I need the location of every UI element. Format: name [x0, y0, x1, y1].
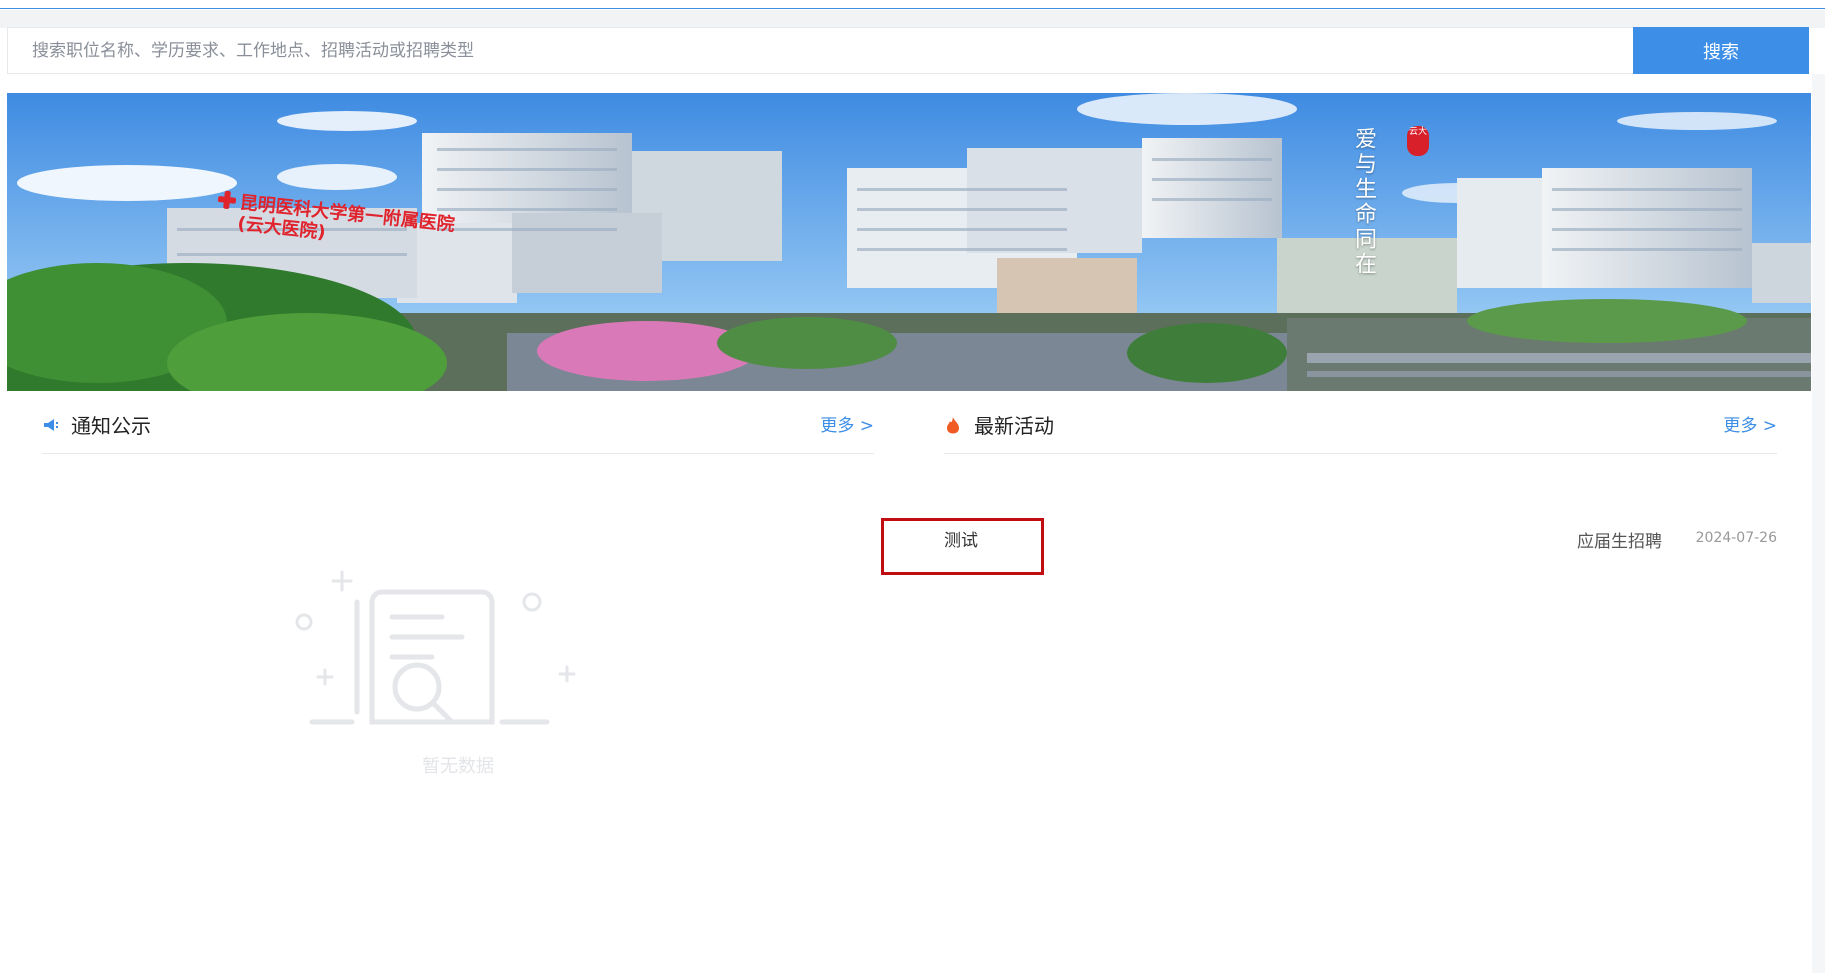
activity-list-item[interactable]: 测试 应届生招聘 2024-07-26 — [881, 454, 1777, 575]
activity-date: 2024-07-26 — [1695, 530, 1777, 546]
notices-panel: 通知公示 更多 > 暂无数据 — [42, 402, 874, 777]
search-bar: 搜索 — [7, 27, 1809, 74]
flame-icon — [947, 417, 959, 434]
banner-slogan: 爱与生命同在 — [1351, 127, 1376, 277]
red-cross-icon — [217, 190, 237, 210]
hero-banner: 昆明医科大学第一附属医院 (云大医院) 云大 爱与生命同在 — [7, 93, 1811, 391]
recruitment-homepage: 搜索职位名称、学历要求、工作地点、招聘活动或招聘类型 搜索 昆明医科大学第一附属… — [0, 0, 1825, 973]
notices-header: 通知公示 更多 > — [42, 402, 874, 454]
search-input[interactable] — [8, 28, 1634, 73]
activity-type: 应届生招聘 — [1577, 532, 1662, 552]
activities-title: 最新活动 — [974, 414, 1054, 438]
vertical-scrollbar[interactable] — [1812, 74, 1825, 973]
empty-document-icon — [295, 570, 576, 725]
megaphone-icon — [44, 419, 58, 431]
empty-state-text: 暂无数据 — [422, 756, 494, 777]
hospital-skyline-image — [7, 93, 1811, 391]
notices-title: 通知公示 — [71, 414, 151, 438]
notices-more-link[interactable]: 更多 > — [820, 411, 874, 436]
red-seal: 云大 — [1407, 126, 1429, 156]
activities-header: 最新活动 更多 > — [944, 402, 1777, 454]
activities-more-link[interactable]: 更多 > — [1723, 411, 1777, 436]
top-gutter — [0, 10, 1825, 28]
activity-name[interactable]: 测试 — [944, 526, 978, 551]
activities-panel: 最新活动 更多 > 测试 应届生招聘 2024-07-26 — [881, 402, 1777, 575]
search-button[interactable]: 搜索 — [1633, 27, 1809, 74]
top-header-line — [0, 0, 1825, 9]
